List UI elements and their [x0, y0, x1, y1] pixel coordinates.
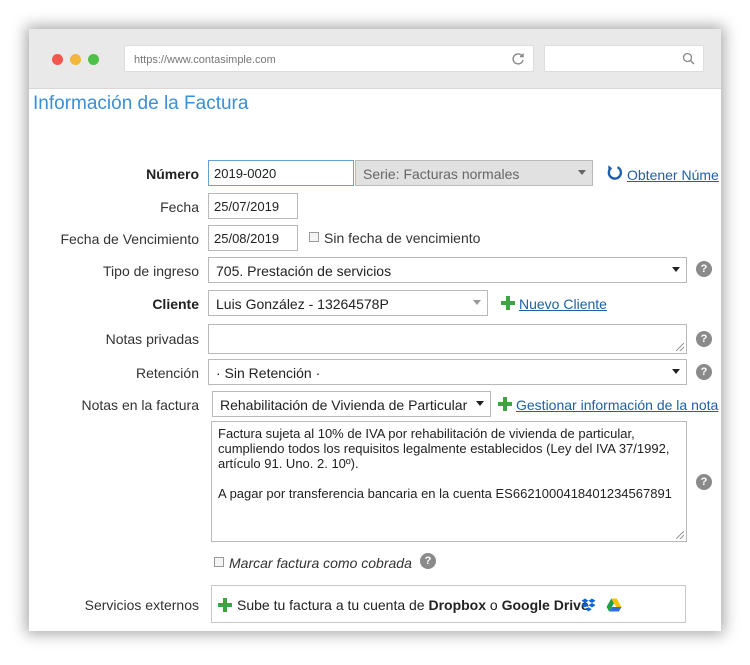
servicios-separator: o	[486, 597, 502, 613]
reload-icon[interactable]	[511, 52, 525, 66]
serie-select[interactable]: Serie: Facturas normales	[355, 160, 593, 186]
chevron-down-icon	[672, 267, 680, 272]
resize-handle[interactable]	[676, 531, 684, 539]
chevron-down-icon	[473, 300, 481, 305]
tipo-ingreso-select[interactable]: 705. Prestación de servicios	[208, 257, 687, 283]
notes-line: cumpliendo todos los requisitos legalmen…	[218, 441, 670, 456]
plus-icon[interactable]	[501, 296, 515, 310]
chevron-down-icon	[476, 401, 484, 406]
obtener-numero-link[interactable]: Obtener Núme	[627, 167, 719, 183]
help-icon[interactable]: ?	[696, 474, 712, 490]
retencion-value: · Sin Retención ·	[216, 365, 321, 381]
page-title: Información de la Factura	[33, 93, 249, 114]
address-bar-url: https://www.contasimple.com	[134, 54, 276, 66]
refresh-icon[interactable]	[606, 164, 623, 181]
notas-factura-label: Notas en la factura	[81, 397, 199, 413]
minimize-window-button[interactable]	[70, 54, 81, 65]
fecha-label: Fecha	[160, 199, 199, 215]
notas-factura-textarea[interactable]: Factura sujeta al 10% de IVA por rehabil…	[211, 421, 687, 542]
help-icon[interactable]: ?	[696, 331, 712, 347]
fecha-input[interactable]: 25/07/2019	[208, 193, 298, 219]
servicios-prefix: Sube tu factura a tu cuenta de	[237, 597, 429, 613]
notes-line: artículo 91. Uno. 2. 10º).	[218, 456, 359, 471]
help-icon[interactable]: ?	[696, 261, 712, 277]
tipo-ingreso-label: Tipo de ingreso	[103, 263, 199, 279]
notas-factura-select[interactable]: Rehabilitación de Vivienda de Particular	[212, 391, 491, 417]
servicios-label: Servicios externos	[84, 597, 199, 613]
browser-window: https://www.contasimple.com Información …	[29, 29, 721, 631]
plus-icon[interactable]	[218, 598, 232, 612]
resize-handle[interactable]	[676, 343, 684, 351]
notas-privadas-label: Notas privadas	[105, 331, 199, 347]
search-icon	[682, 52, 695, 65]
help-icon[interactable]: ?	[420, 553, 436, 569]
gestionar-nota-link[interactable]: Gestionar información de la nota	[516, 397, 718, 413]
servicios-externos-box: Sube tu factura a tu cuenta de Dropbox o…	[211, 585, 686, 623]
address-bar[interactable]: https://www.contasimple.com	[124, 45, 534, 72]
numero-label: Número	[146, 166, 199, 182]
dropbox-link[interactable]: Dropbox	[428, 597, 486, 613]
chevron-down-icon	[578, 170, 586, 175]
notes-line: A pagar por transferencia bancaria en la…	[218, 486, 672, 501]
sin-vencimiento-label: Sin fecha de vencimiento	[324, 230, 481, 246]
servicios-text: Sube tu factura a tu cuenta de Dropbox o…	[237, 597, 589, 613]
plus-icon[interactable]	[498, 397, 512, 411]
vencimiento-label: Fecha de Vencimiento	[60, 231, 199, 247]
google-drive-link[interactable]: Google Drive	[502, 597, 589, 613]
retencion-select[interactable]: · Sin Retención ·	[208, 359, 687, 385]
close-window-button[interactable]	[52, 54, 63, 65]
serie-select-value: Serie: Facturas normales	[363, 166, 520, 182]
numero-input[interactable]: 2019-0020	[208, 160, 354, 186]
dropbox-icon[interactable]	[581, 598, 596, 612]
tipo-ingreso-value: 705. Prestación de servicios	[216, 263, 392, 279]
help-icon[interactable]: ?	[696, 364, 712, 380]
google-drive-icon[interactable]	[606, 598, 622, 612]
chevron-down-icon	[672, 369, 680, 374]
browser-toolbar: https://www.contasimple.com	[29, 29, 721, 89]
cobrada-checkbox[interactable]	[214, 557, 224, 567]
maximize-window-button[interactable]	[88, 54, 99, 65]
browser-search-bar[interactable]	[544, 45, 704, 72]
notes-line: Factura sujeta al 10% de IVA por rehabil…	[218, 426, 635, 441]
cobrada-label: Marcar factura como cobrada	[229, 555, 412, 571]
sin-vencimiento-checkbox[interactable]	[309, 232, 319, 242]
cliente-label: Cliente	[152, 296, 199, 312]
vencimiento-input[interactable]: 25/08/2019	[208, 225, 298, 251]
notas-factura-select-value: Rehabilitación de Vivienda de Particular	[220, 397, 468, 413]
nuevo-cliente-link[interactable]: Nuevo Cliente	[519, 296, 607, 312]
cliente-select[interactable]: Luis González - 13264578P	[208, 290, 488, 316]
notes-line	[218, 471, 686, 486]
notas-privadas-input[interactable]	[208, 324, 687, 354]
retencion-label: Retención	[135, 365, 199, 381]
cliente-value: Luis González - 13264578P	[216, 296, 389, 312]
